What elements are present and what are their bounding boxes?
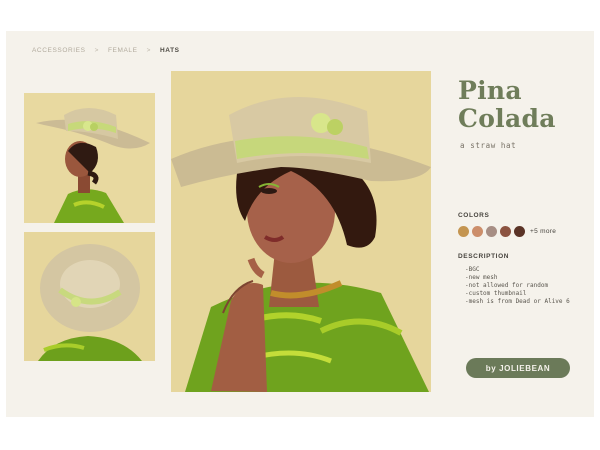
breadcrumb-accessories[interactable]: ACCESSORIES [32, 47, 86, 54]
author-button[interactable]: by JOLIEBEAN [466, 358, 570, 378]
thumbnail-top-view[interactable] [24, 232, 155, 361]
color-swatches: +5 more [458, 226, 556, 237]
portrait-illustration [171, 71, 431, 392]
product-subtitle: a straw hat [460, 141, 517, 150]
breadcrumb-separator: > [94, 47, 99, 54]
description-heading: DESCRIPTION [458, 253, 510, 260]
color-swatch[interactable] [514, 226, 525, 237]
breadcrumb-separator: > [146, 47, 151, 54]
side-profile-illustration [24, 93, 155, 223]
hero-image [171, 71, 431, 392]
description-item: -new mesh [465, 274, 498, 282]
breadcrumb-female[interactable]: FEMALE [108, 47, 138, 54]
breadcrumb: ACCESSORIES > FEMALE > HATS [32, 47, 180, 54]
description-item: -BGC [465, 266, 480, 273]
title-line-1: Pina [458, 76, 522, 105]
description-item: -custom thumbnail [465, 290, 527, 298]
description-item: -mesh is from Dead or Alive 6 [465, 298, 570, 306]
title-line-2: Colada [458, 104, 556, 133]
description-list: -BGC -new mesh -not allowed for random -… [465, 266, 570, 306]
product-card: ACCESSORIES > FEMALE > HATS Pina Colada … [6, 31, 594, 417]
product-title: Pina Colada [458, 77, 556, 133]
description-item: -not allowed for random [465, 282, 549, 290]
color-swatch[interactable] [500, 226, 511, 237]
color-swatch[interactable] [458, 226, 469, 237]
thumbnail-side-view[interactable] [24, 93, 155, 223]
colors-heading: COLORS [458, 212, 490, 219]
color-swatch[interactable] [486, 226, 497, 237]
more-colors-link[interactable]: +5 more [530, 228, 556, 235]
breadcrumb-hats: HATS [159, 47, 180, 54]
top-view-illustration [24, 232, 155, 361]
color-swatch[interactable] [472, 226, 483, 237]
